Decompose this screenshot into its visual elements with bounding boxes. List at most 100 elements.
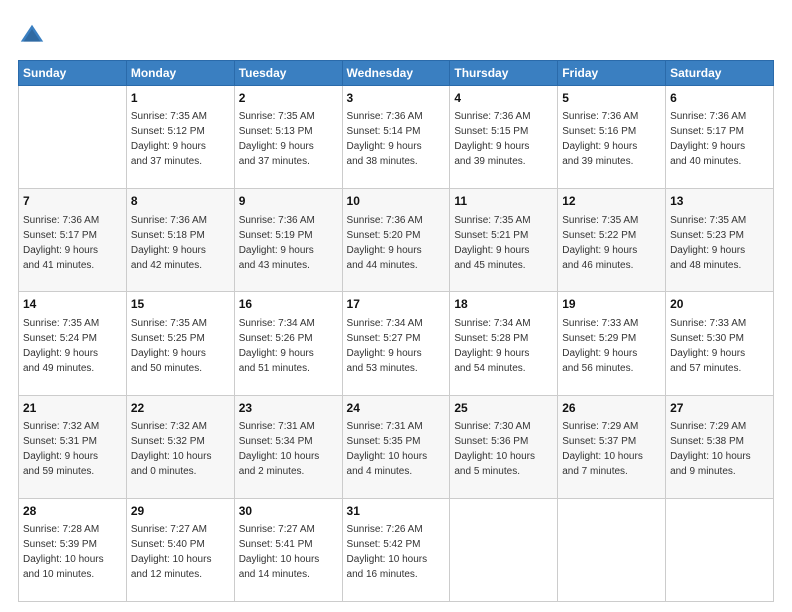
day-number: 16	[239, 296, 338, 313]
day-info: Sunrise: 7:33 AM Sunset: 5:30 PM Dayligh…	[670, 316, 769, 376]
day-number: 13	[670, 193, 769, 210]
calendar-cell: 4 Sunrise: 7:36 AM Sunset: 5:15 PM Daylig…	[450, 86, 558, 189]
calendar-cell: 28 Sunrise: 7:28 AM Sunset: 5:39 PM Dayli…	[19, 498, 127, 601]
calendar-cell: 5Sunrise: 7:36 AM Sunset: 5:16 PM Daylig…	[558, 86, 666, 189]
day-info: Sunrise: 7:33 AM Sunset: 5:29 PM Dayligh…	[562, 316, 661, 376]
calendar-cell: 13 Sunrise: 7:35 AM Sunset: 5:23 PM Dayli…	[666, 189, 774, 292]
day-number: 14	[23, 296, 122, 313]
calendar-week-3: 21Sunrise: 7:32 AM Sunset: 5:31 PM Dayli…	[19, 395, 774, 498]
calendar-cell: 21Sunrise: 7:32 AM Sunset: 5:31 PM Dayli…	[19, 395, 127, 498]
calendar-cell	[19, 86, 127, 189]
day-number: 5	[562, 90, 661, 107]
day-info: Sunrise: 7:35 AM Sunset: 5:23 PM Dayligh…	[670, 213, 769, 273]
calendar-cell: 17Sunrise: 7:34 AM Sunset: 5:27 PM Dayli…	[342, 292, 450, 395]
calendar-cell: 23 Sunrise: 7:31 AM Sunset: 5:34 PM Dayli…	[234, 395, 342, 498]
calendar-table: SundayMondayTuesdayWednesdayThursdayFrid…	[18, 60, 774, 602]
day-info: Sunrise: 7:31 AM Sunset: 5:34 PM Dayligh…	[239, 419, 338, 479]
day-info: Sunrise: 7:36 AM Sunset: 5:14 PM Dayligh…	[347, 109, 446, 169]
calendar-cell: 19Sunrise: 7:33 AM Sunset: 5:29 PM Dayli…	[558, 292, 666, 395]
day-info: Sunrise: 7:36 AM Sunset: 5:17 PM Dayligh…	[23, 213, 122, 273]
calendar-cell: 14 Sunrise: 7:35 AM Sunset: 5:24 PM Dayli…	[19, 292, 127, 395]
day-number: 10	[347, 193, 446, 210]
day-info: Sunrise: 7:29 AM Sunset: 5:37 PM Dayligh…	[562, 419, 661, 479]
day-info: Sunrise: 7:36 AM Sunset: 5:20 PM Dayligh…	[347, 213, 446, 273]
calendar-cell: 12 Sunrise: 7:35 AM Sunset: 5:22 PM Dayli…	[558, 189, 666, 292]
day-number: 7	[23, 193, 122, 210]
calendar-cell: 16 Sunrise: 7:34 AM Sunset: 5:26 PM Dayli…	[234, 292, 342, 395]
day-number: 23	[239, 400, 338, 417]
day-info: Sunrise: 7:35 AM Sunset: 5:21 PM Dayligh…	[454, 213, 553, 273]
day-header-wednesday: Wednesday	[342, 61, 450, 86]
day-info: Sunrise: 7:36 AM Sunset: 5:15 PM Dayligh…	[454, 109, 553, 169]
day-number: 8	[131, 193, 230, 210]
day-info: Sunrise: 7:29 AM Sunset: 5:38 PM Dayligh…	[670, 419, 769, 479]
day-number: 15	[131, 296, 230, 313]
calendar-week-0: 1 Sunrise: 7:35 AM Sunset: 5:12 PM Daylig…	[19, 86, 774, 189]
day-number: 30	[239, 503, 338, 520]
day-header-sunday: Sunday	[19, 61, 127, 86]
calendar-header: SundayMondayTuesdayWednesdayThursdayFrid…	[19, 61, 774, 86]
calendar-cell	[450, 498, 558, 601]
day-info: Sunrise: 7:34 AM Sunset: 5:28 PM Dayligh…	[454, 316, 553, 376]
calendar-cell: 11 Sunrise: 7:35 AM Sunset: 5:21 PM Dayli…	[450, 189, 558, 292]
day-info: Sunrise: 7:35 AM Sunset: 5:22 PM Dayligh…	[562, 213, 661, 273]
calendar-cell: 7 Sunrise: 7:36 AM Sunset: 5:17 PM Daylig…	[19, 189, 127, 292]
logo	[18, 22, 48, 50]
day-info: Sunrise: 7:35 AM Sunset: 5:12 PM Dayligh…	[131, 109, 230, 169]
day-info: Sunrise: 7:32 AM Sunset: 5:31 PM Dayligh…	[23, 419, 122, 479]
calendar-cell: 10 Sunrise: 7:36 AM Sunset: 5:20 PM Dayli…	[342, 189, 450, 292]
day-info: Sunrise: 7:36 AM Sunset: 5:17 PM Dayligh…	[670, 109, 769, 169]
day-info: Sunrise: 7:36 AM Sunset: 5:19 PM Dayligh…	[239, 213, 338, 273]
day-info: Sunrise: 7:28 AM Sunset: 5:39 PM Dayligh…	[23, 522, 122, 582]
calendar-cell: 29Sunrise: 7:27 AM Sunset: 5:40 PM Dayli…	[126, 498, 234, 601]
calendar-cell: 6 Sunrise: 7:36 AM Sunset: 5:17 PM Daylig…	[666, 86, 774, 189]
day-header-thursday: Thursday	[450, 61, 558, 86]
day-number: 2	[239, 90, 338, 107]
day-number: 11	[454, 193, 553, 210]
calendar-cell: 26 Sunrise: 7:29 AM Sunset: 5:37 PM Dayli…	[558, 395, 666, 498]
day-info: Sunrise: 7:27 AM Sunset: 5:41 PM Dayligh…	[239, 522, 338, 582]
day-number: 25	[454, 400, 553, 417]
logo-icon	[18, 22, 46, 50]
day-number: 1	[131, 90, 230, 107]
day-number: 12	[562, 193, 661, 210]
day-number: 4	[454, 90, 553, 107]
calendar-cell: 18 Sunrise: 7:34 AM Sunset: 5:28 PM Dayli…	[450, 292, 558, 395]
calendar-week-4: 28 Sunrise: 7:28 AM Sunset: 5:39 PM Dayli…	[19, 498, 774, 601]
day-number: 6	[670, 90, 769, 107]
day-info: Sunrise: 7:31 AM Sunset: 5:35 PM Dayligh…	[347, 419, 446, 479]
day-number: 31	[347, 503, 446, 520]
day-info: Sunrise: 7:30 AM Sunset: 5:36 PM Dayligh…	[454, 419, 553, 479]
day-number: 20	[670, 296, 769, 313]
calendar-cell: 25 Sunrise: 7:30 AM Sunset: 5:36 PM Dayli…	[450, 395, 558, 498]
day-info: Sunrise: 7:32 AM Sunset: 5:32 PM Dayligh…	[131, 419, 230, 479]
day-info: Sunrise: 7:36 AM Sunset: 5:18 PM Dayligh…	[131, 213, 230, 273]
day-info: Sunrise: 7:35 AM Sunset: 5:24 PM Dayligh…	[23, 316, 122, 376]
day-info: Sunrise: 7:35 AM Sunset: 5:25 PM Dayligh…	[131, 316, 230, 376]
calendar-cell: 31Sunrise: 7:26 AM Sunset: 5:42 PM Dayli…	[342, 498, 450, 601]
header	[18, 18, 774, 50]
calendar-cell: 24 Sunrise: 7:31 AM Sunset: 5:35 PM Dayli…	[342, 395, 450, 498]
day-info: Sunrise: 7:27 AM Sunset: 5:40 PM Dayligh…	[131, 522, 230, 582]
calendar-cell: 8 Sunrise: 7:36 AM Sunset: 5:18 PM Daylig…	[126, 189, 234, 292]
calendar-week-2: 14 Sunrise: 7:35 AM Sunset: 5:24 PM Dayli…	[19, 292, 774, 395]
day-header-saturday: Saturday	[666, 61, 774, 86]
page: SundayMondayTuesdayWednesdayThursdayFrid…	[0, 0, 792, 612]
day-number: 18	[454, 296, 553, 313]
day-number: 28	[23, 503, 122, 520]
calendar-week-1: 7 Sunrise: 7:36 AM Sunset: 5:17 PM Daylig…	[19, 189, 774, 292]
day-number: 24	[347, 400, 446, 417]
calendar-cell: 20 Sunrise: 7:33 AM Sunset: 5:30 PM Dayli…	[666, 292, 774, 395]
calendar-cell: 9Sunrise: 7:36 AM Sunset: 5:19 PM Daylig…	[234, 189, 342, 292]
calendar-cell	[666, 498, 774, 601]
day-number: 17	[347, 296, 446, 313]
day-number: 27	[670, 400, 769, 417]
day-number: 26	[562, 400, 661, 417]
calendar-cell: 15 Sunrise: 7:35 AM Sunset: 5:25 PM Dayli…	[126, 292, 234, 395]
calendar-cell: 22Sunrise: 7:32 AM Sunset: 5:32 PM Dayli…	[126, 395, 234, 498]
calendar-cell: 3 Sunrise: 7:36 AM Sunset: 5:14 PM Daylig…	[342, 86, 450, 189]
calendar-cell: 30 Sunrise: 7:27 AM Sunset: 5:41 PM Dayli…	[234, 498, 342, 601]
calendar-cell	[558, 498, 666, 601]
day-info: Sunrise: 7:34 AM Sunset: 5:26 PM Dayligh…	[239, 316, 338, 376]
day-number: 3	[347, 90, 446, 107]
